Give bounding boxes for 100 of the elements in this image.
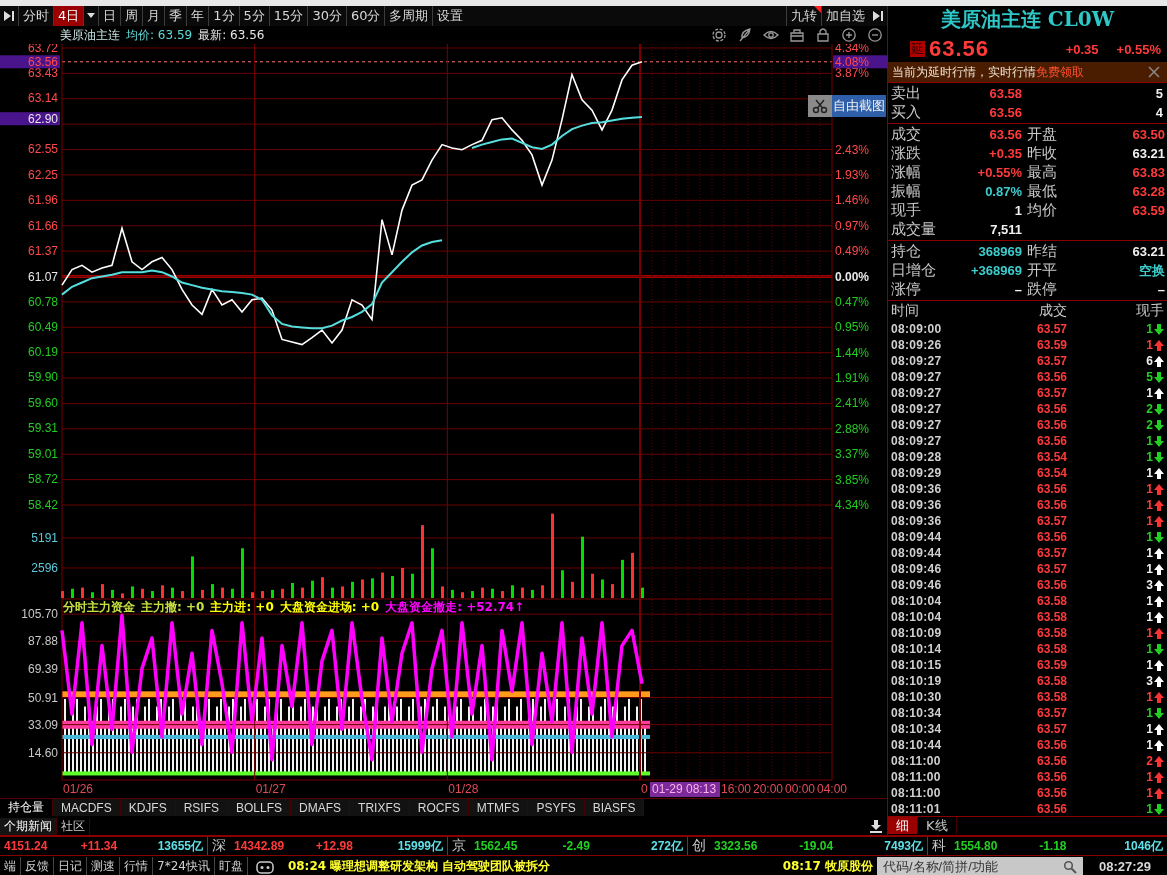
trade-volume: 1	[1146, 562, 1153, 576]
trade-time: 08:10:14	[891, 642, 943, 656]
axis-label: 5191	[31, 531, 58, 545]
index-change: -2.49	[562, 839, 591, 853]
percent-change: +0.55%	[1116, 41, 1161, 57]
latest-price: 最新: 63.56	[198, 26, 265, 44]
quote-label: 持仓	[891, 242, 921, 261]
turnover-amount: 1046亿	[1124, 837, 1163, 855]
legend-label: 大盘资金进场: +0	[279, 600, 380, 614]
trade-price: 63.58	[1035, 674, 1067, 688]
trade-time: 08:09:28	[891, 450, 943, 464]
trade-time: 08:10:15	[891, 658, 943, 672]
index-name: 京	[452, 837, 467, 855]
instrument-title: 美原油主连 CL0W	[939, 6, 1116, 33]
trade-volume: 1	[1146, 466, 1153, 480]
quote-value: +368969	[971, 263, 1022, 278]
index-value: 14342.89	[234, 839, 286, 853]
trade-price: 63.58	[1035, 626, 1067, 640]
quote-value: 63.58	[989, 86, 1022, 101]
axis-label: 60.49	[27, 319, 58, 334]
trade-time: 08:10:34	[891, 706, 943, 720]
trade-volume: 1	[1146, 530, 1153, 544]
trade-time: 08:09:00	[891, 322, 943, 336]
axis-label: 1.93%	[835, 167, 870, 182]
symbol-name: 美原油主连	[60, 26, 120, 44]
trade-price: 63.59	[1035, 658, 1067, 672]
quote-value: 63.21	[1132, 146, 1165, 161]
trade-time: 08:11:01	[891, 802, 942, 816]
quote-value: 63.56	[989, 105, 1022, 120]
trade-price: 63.57	[1035, 562, 1067, 576]
turnover-amount: 7493亿	[884, 837, 923, 855]
quote-label: 最高	[1027, 163, 1057, 182]
axis-label: 2596	[31, 561, 58, 575]
column-header: 时间	[891, 302, 920, 320]
percent-tag: 4.08%	[833, 54, 888, 69]
trade-volume: 1	[1146, 386, 1153, 400]
quote-label: 昨结	[1027, 242, 1057, 261]
trade-volume: 1	[1146, 498, 1153, 512]
index-value: 1554.80	[954, 839, 999, 853]
trade-price: 63.56	[1035, 578, 1067, 592]
axis-label: 1.46%	[835, 193, 870, 208]
notice-text: 当前为延时行情，实时行情	[892, 63, 1036, 81]
trade-time: 08:09:27	[891, 386, 943, 400]
axis-label: 0.97%	[835, 218, 870, 233]
trade-time: 08:09:27	[891, 434, 943, 448]
axis-label: 59.01	[27, 447, 58, 462]
axis-label: 61.96	[27, 192, 58, 207]
trade-price: 63.56	[1035, 498, 1067, 512]
axis-label: 50.91	[27, 690, 58, 705]
delay-badge: 延	[910, 41, 925, 57]
index-change: -1.18	[1039, 839, 1068, 853]
quote-label: 日增仓	[891, 261, 936, 280]
trade-volume: 1	[1146, 658, 1153, 672]
axis-label: 4.34%	[835, 44, 870, 55]
index-value: 3323.56	[714, 839, 759, 853]
trade-price: 63.54	[1035, 450, 1067, 464]
trade-price: 63.56	[1035, 802, 1067, 816]
axis-label: 63.43	[27, 66, 58, 80]
axis-label: 0.95%	[835, 320, 870, 335]
trade-price: 63.57	[1035, 354, 1067, 368]
turnover-amount: 15999亿	[397, 837, 443, 855]
quote-label: 跌停	[1027, 280, 1057, 299]
quote-value: +0.35	[989, 146, 1022, 161]
trade-time: 08:11:00	[891, 754, 942, 768]
trade-price: 63.57	[1035, 386, 1067, 400]
quote-value: 63.59	[1132, 203, 1165, 218]
axis-label: 58.72	[27, 472, 58, 487]
trade-volume: 1	[1146, 690, 1153, 704]
quote-value: 5	[1155, 86, 1163, 101]
axis-label: 16:00	[721, 782, 752, 796]
quote-label: 涨停	[891, 280, 921, 299]
quote-value: 63.21	[1132, 244, 1165, 259]
quote-value: +0.55%	[977, 165, 1022, 180]
trade-volume: 2	[1146, 418, 1153, 432]
axis-label: 58.42	[27, 498, 58, 512]
trade-time: 08:09:46	[891, 578, 943, 592]
trade-time: 08:09:36	[891, 514, 943, 528]
trade-volume: 1	[1146, 642, 1153, 656]
quote-label: 涨幅	[891, 163, 921, 182]
quote-label: 开平	[1027, 261, 1057, 280]
trade-volume: 6	[1146, 354, 1153, 368]
trade-volume: 2	[1146, 402, 1153, 416]
axis-label: 0	[641, 782, 648, 796]
quote-label: 成交	[891, 125, 921, 144]
trade-price: 63.56	[1035, 530, 1067, 544]
index-change: +11.34	[80, 839, 119, 853]
quote-value: 0.87%	[985, 184, 1022, 199]
axis-label: 2.41%	[835, 396, 870, 411]
quote-value: –	[1157, 282, 1165, 297]
trade-volume: 1	[1146, 706, 1153, 720]
axis-label: 60.19	[27, 345, 58, 360]
trade-price: 63.56	[1035, 770, 1067, 784]
trade-volume: 1	[1146, 770, 1153, 784]
trade-price: 63.57	[1035, 546, 1067, 560]
trade-price: 63.57	[1035, 706, 1067, 720]
trade-volume: 1	[1146, 802, 1153, 816]
quote-label: 昨收	[1027, 144, 1057, 163]
axis-label: 69.39	[27, 662, 58, 677]
legend-label: 分时主力资金	[63, 600, 135, 614]
trade-time: 08:10:19	[891, 674, 943, 688]
